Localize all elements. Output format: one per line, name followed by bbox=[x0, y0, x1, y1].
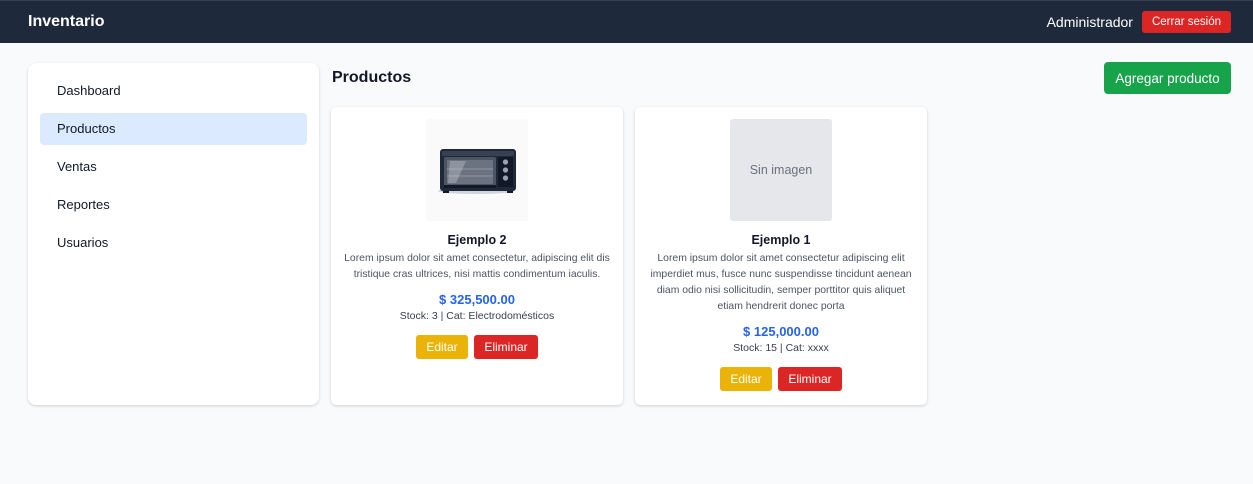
sidebar-item-ventas[interactable]: Ventas bbox=[40, 151, 307, 183]
sidebar-item-reportes[interactable]: Reportes bbox=[40, 189, 307, 221]
edit-button[interactable]: Editar bbox=[416, 335, 468, 359]
product-name: Ejemplo 1 bbox=[751, 233, 811, 247]
delete-button[interactable]: Eliminar bbox=[474, 335, 538, 359]
user-name: Administrador bbox=[1046, 14, 1133, 30]
product-price: $ 125,000.00 bbox=[743, 324, 819, 339]
sidebar-item-productos[interactable]: Productos bbox=[40, 113, 307, 145]
sidebar-item-usuarios[interactable]: Usuarios bbox=[40, 227, 307, 259]
product-stock-category: Stock: 3 | Cat: Electrodomésticos bbox=[399, 310, 555, 322]
app-brand[interactable]: Inventario bbox=[28, 13, 104, 31]
toaster-oven-icon bbox=[438, 149, 516, 194]
sidebar-item-dashboard[interactable]: Dashboard bbox=[40, 75, 307, 107]
add-product-button[interactable]: Agregar producto bbox=[1104, 62, 1231, 94]
product-price: $ 325,500.00 bbox=[439, 292, 515, 307]
top-navbar: Inventario Administrador Cerrar sesión bbox=[0, 0, 1253, 43]
product-description: Lorem ipsum dolor sit amet consectetur a… bbox=[650, 253, 912, 312]
product-image bbox=[426, 119, 528, 221]
product-description: Lorem ipsum dolor sit amet consectetur, … bbox=[344, 253, 610, 280]
logout-button[interactable]: Cerrar sesión bbox=[1141, 11, 1231, 33]
product-image-placeholder: Sin imagen bbox=[730, 119, 832, 221]
product-card: Sin imagen Ejemplo 1 Lorem ipsum dolor s… bbox=[635, 107, 927, 405]
sidebar: Dashboard Productos Ventas Reportes Usua… bbox=[28, 63, 319, 405]
delete-button[interactable]: Eliminar bbox=[778, 367, 842, 391]
product-name: Ejemplo 2 bbox=[447, 233, 507, 247]
page-title: Productos bbox=[332, 69, 412, 86]
product-actions: Editar Eliminar bbox=[647, 367, 915, 391]
edit-button[interactable]: Editar bbox=[720, 367, 772, 391]
product-info: Ejemplo 2 Lorem ipsum dolor sit amet con… bbox=[331, 233, 623, 359]
product-actions: Editar Eliminar bbox=[343, 335, 611, 359]
product-info: Ejemplo 1 Lorem ipsum dolor sit amet con… bbox=[635, 233, 927, 391]
product-stock-category: Stock: 15 | Cat: xxxx bbox=[733, 342, 829, 354]
product-card: Ejemplo 2 Lorem ipsum dolor sit amet con… bbox=[331, 107, 623, 405]
user-area: Administrador Cerrar sesión bbox=[1047, 11, 1231, 33]
